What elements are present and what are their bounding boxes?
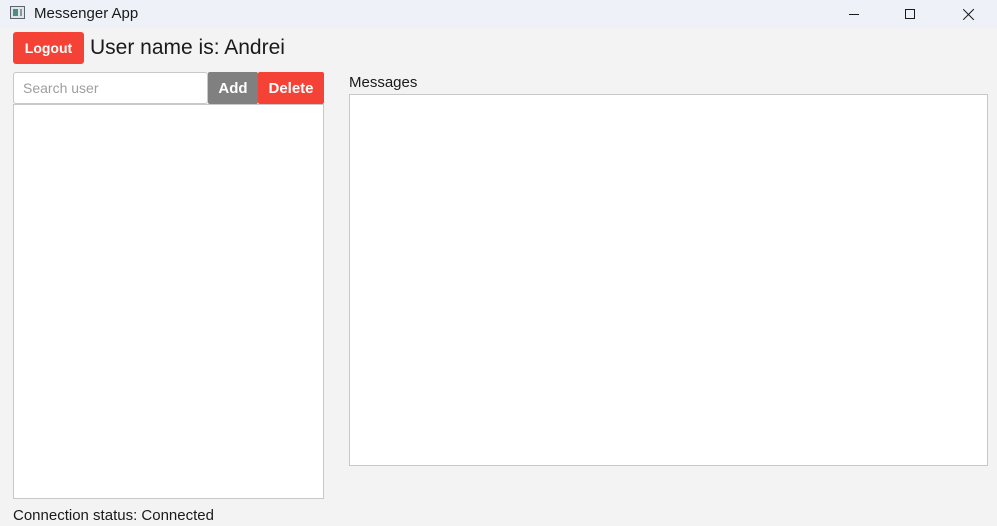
user-list[interactable] <box>13 104 324 499</box>
messenger-window: Messenger App Logout User name is: Andre… <box>0 0 997 526</box>
delete-user-button[interactable]: Delete <box>258 72 324 104</box>
minimize-icon <box>849 13 859 15</box>
window-title: Messenger App <box>34 5 139 22</box>
add-user-button[interactable]: Add <box>208 72 258 104</box>
messages-label: Messages <box>349 74 418 91</box>
close-icon <box>963 8 975 20</box>
username-label: User name is: Andrei <box>90 36 285 59</box>
maximize-icon <box>905 9 915 19</box>
close-button[interactable] <box>946 0 992 28</box>
minimize-button[interactable] <box>831 0 877 28</box>
logout-button[interactable]: Logout <box>13 32 84 64</box>
messages-area[interactable] <box>349 94 988 466</box>
title-bar: Messenger App <box>0 0 997 28</box>
connection-status: Connection status: Connected <box>13 507 214 524</box>
app-window-icon <box>10 6 25 19</box>
search-user-input[interactable] <box>13 72 208 104</box>
maximize-button[interactable] <box>887 0 933 28</box>
